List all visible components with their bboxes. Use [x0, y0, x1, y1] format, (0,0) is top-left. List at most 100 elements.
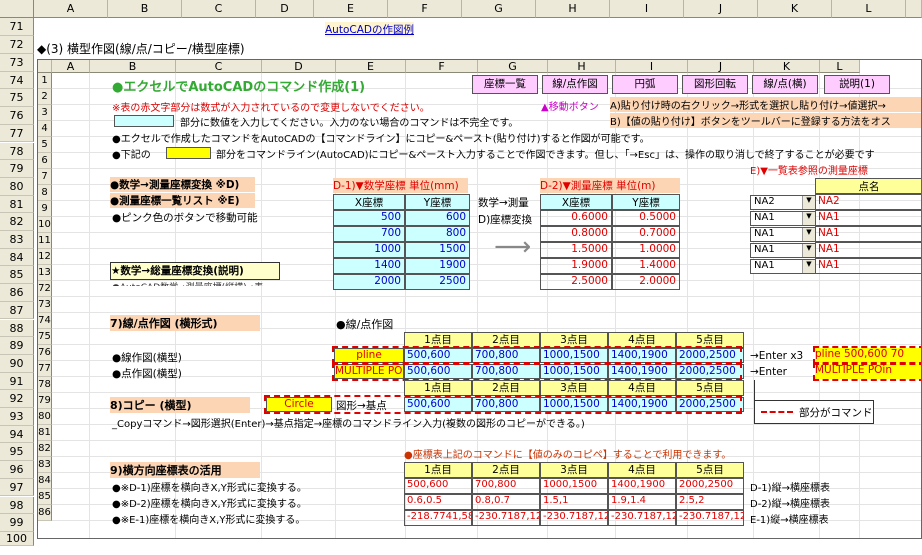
point-combo-0[interactable]: NA2 ▼	[750, 195, 816, 210]
col-header-H[interactable]: H	[536, 0, 610, 18]
nav-button-3[interactable]: 円弧	[612, 75, 678, 94]
d1-x-3[interactable]: 1400	[333, 258, 405, 274]
inner-row-75: 75	[38, 329, 52, 345]
col-header-A[interactable]: A	[34, 0, 108, 18]
row-header-95[interactable]: 95	[0, 443, 34, 462]
point-combo-2[interactable]: NA1 ▼	[750, 227, 816, 242]
row-header-81[interactable]: 81	[0, 195, 34, 214]
chevron-down-icon[interactable]: ▼	[802, 228, 815, 241]
nav-button-4[interactable]: 図形回転	[682, 75, 748, 94]
math-survey-box[interactable]: ★数学→総量座標変換(説明)	[110, 262, 280, 280]
note-paste: ●エクセルで作成したコマンドをAutoCADの【コマンドライン】にコピー&ペース…	[112, 134, 650, 145]
row-header-99[interactable]: 99	[0, 514, 34, 532]
col-header-K[interactable]: K	[758, 0, 832, 18]
autocad-example-link[interactable]: AutoCADの作図例	[325, 22, 414, 37]
row-header-98[interactable]: 98	[0, 496, 34, 515]
row-header-72[interactable]: 72	[0, 36, 34, 54]
menu-survey-list[interactable]: ●測量座標一覧リスト ※E)	[110, 193, 255, 208]
col-header-L[interactable]: L	[832, 0, 906, 18]
embedded-sheet-picture[interactable]: ABCDEFGHIJKL 1 2 3 4 5 6 7 8 9 10 11 12 13 72 73 74 75 76…	[37, 59, 922, 539]
combo-value: NA1	[754, 260, 775, 271]
nav-button-2[interactable]: 線/点作図	[542, 75, 608, 94]
row-header-86[interactable]: 86	[0, 284, 34, 302]
row-header-83[interactable]: 83	[0, 231, 34, 249]
row-header-80[interactable]: 80	[0, 177, 34, 196]
legend-box: 部分がコマンド	[754, 400, 874, 424]
row-header-94[interactable]: 94	[0, 425, 34, 444]
point-combo-3[interactable]: NA1 ▼	[750, 243, 816, 258]
row-header-79[interactable]: 79	[0, 160, 34, 178]
inner-col-J: J	[688, 60, 754, 73]
row-header-93[interactable]: 93	[0, 408, 34, 426]
chevron-down-icon[interactable]: ▼	[802, 260, 815, 273]
sheet-title: ●エクセルでAutoCADのコマンド作成(1)	[112, 80, 366, 95]
sec9-cell-2-2: -230.7187,12	[540, 510, 608, 526]
line-label: ●線作図(横型)	[112, 352, 182, 364]
d1-x-0[interactable]: 500	[333, 210, 405, 226]
point-combo-1[interactable]: NA1 ▼	[750, 211, 816, 226]
row-header-85[interactable]: 85	[0, 266, 34, 285]
inner-col-D: D	[262, 60, 336, 73]
col-header-J[interactable]: J	[684, 0, 758, 18]
col-header-G[interactable]: G	[462, 0, 536, 18]
col-header-E[interactable]: E	[314, 0, 388, 18]
ph3-header-4: 5点目	[676, 462, 744, 478]
row-header-88[interactable]: 88	[0, 319, 34, 338]
col-header-I[interactable]: I	[610, 0, 684, 18]
note-red: ※表の赤文字部分は数式が入力されているので変更しないでください。	[112, 103, 430, 114]
row-header-96[interactable]: 96	[0, 461, 34, 479]
inner-row-8: 8	[38, 185, 52, 201]
chevron-down-icon[interactable]: ▼	[802, 196, 815, 209]
select-all-corner[interactable]	[0, 0, 34, 18]
d1-x-1[interactable]: 700	[333, 226, 405, 242]
col-header-B[interactable]: B	[108, 0, 182, 18]
col-header-F[interactable]: F	[388, 0, 462, 18]
inner-row-82: 82	[38, 441, 52, 457]
d1-x-4[interactable]: 2000	[333, 274, 405, 290]
row-header-84[interactable]: 84	[0, 248, 34, 267]
row-header-71[interactable]: 71	[0, 18, 34, 36]
d1-y-1[interactable]: 800	[405, 226, 470, 242]
enter-x3: →Enter x3	[750, 350, 804, 362]
point-name-4: NA1	[815, 258, 921, 274]
col-header-D[interactable]: D	[256, 0, 314, 18]
inner-row-79: 79	[38, 393, 52, 409]
d1-y-0[interactable]: 600	[405, 210, 470, 226]
row-header-77[interactable]: 77	[0, 124, 34, 143]
nav-button-6[interactable]: 説明(1)	[824, 75, 890, 94]
d2-x-0: 0.6000	[540, 210, 612, 226]
row-header-82[interactable]: 82	[0, 213, 34, 231]
row-header-91[interactable]: 91	[0, 372, 34, 391]
menu-math-survey[interactable]: ●数学→測量座標変換 ※D)	[110, 177, 255, 192]
row-header-73[interactable]: 73	[0, 54, 34, 72]
sec9-suffix-2: E-1)縦→横座標表	[750, 515, 829, 526]
d1-y-3[interactable]: 1900	[405, 258, 470, 274]
row-header-97[interactable]: 97	[0, 478, 34, 497]
nav-button-1[interactable]: 座標一覧	[472, 75, 538, 94]
inner-row-7: 7	[38, 169, 52, 185]
row-header-78[interactable]: 78	[0, 142, 34, 161]
chevron-down-icon[interactable]: ▼	[802, 244, 815, 257]
d2-x-header: X座標	[540, 194, 612, 210]
col-header-C[interactable]: C	[182, 0, 256, 18]
row-header-90[interactable]: 90	[0, 354, 34, 373]
d2-y-1: 0.7000	[612, 226, 680, 242]
row-header-75[interactable]: 75	[0, 89, 34, 108]
inner-col-H: H	[548, 60, 616, 73]
d1-y-2[interactable]: 1500	[405, 242, 470, 258]
note-e: E)▼一覧表参照の測量座標	[750, 166, 868, 177]
nav-button-5[interactable]: 線/点(横)	[752, 75, 818, 94]
row-header-100[interactable]: 100	[0, 531, 34, 546]
row-header-87[interactable]: 87	[0, 301, 34, 320]
point-combo-4[interactable]: NA1 ▼	[750, 259, 816, 274]
d1-y-4[interactable]: 2500	[405, 274, 470, 290]
row-header-76[interactable]: 76	[0, 107, 34, 125]
row-header-89[interactable]: 89	[0, 337, 34, 355]
row-header-74[interactable]: 74	[0, 71, 34, 90]
sec9-cell-2-4: -230.7187,12	[676, 510, 744, 526]
d1-x-2[interactable]: 1000	[333, 242, 405, 258]
ph2-header-1: 2点目	[472, 380, 540, 396]
note-blue: 部分に数値を入力してください。入力のない場合のコマンドは不完全です。	[180, 118, 519, 129]
row-header-92[interactable]: 92	[0, 390, 34, 408]
chevron-down-icon[interactable]: ▼	[802, 212, 815, 225]
